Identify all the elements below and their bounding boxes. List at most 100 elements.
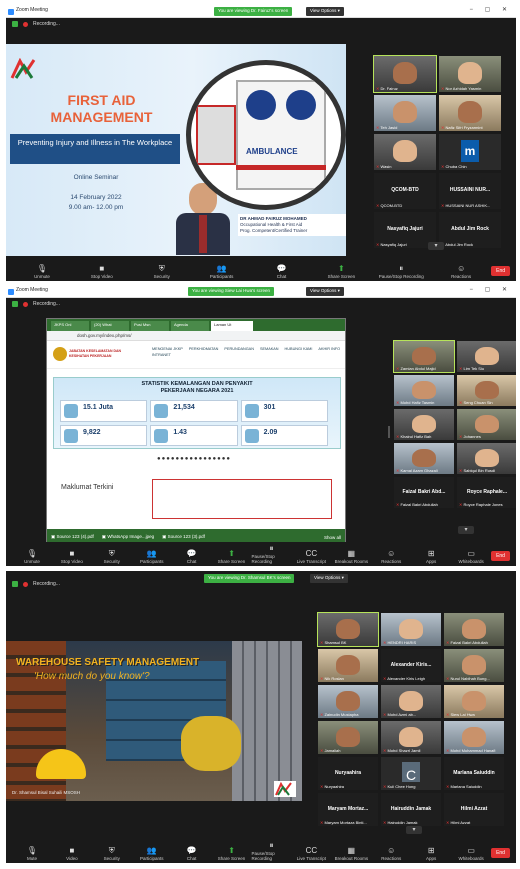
gallery-next-button[interactable]: ▾	[428, 242, 444, 250]
participant-tile[interactable]: ✕ Khairul Hafiz Bah	[394, 409, 454, 440]
participant-tile[interactable]: ✕ Mohd Azmi ab...	[381, 685, 441, 718]
toolbar-share-screenbutton[interactable]: ⬆ Share Screen	[212, 846, 252, 861]
toolbar-participantsbutton[interactable]: 👥 Participants	[192, 264, 252, 279]
end-meeting-button[interactable]: End	[491, 848, 510, 858]
toolbar-chatbutton[interactable]: 💬 Chat	[172, 846, 212, 861]
address-bar[interactable]: dosh.gov.my/index.php/ms/	[47, 331, 345, 341]
participant-tile[interactable]: ✕ Siew Lai Hwa	[444, 685, 504, 718]
browser-tab[interactable]: Pusi Msn	[131, 321, 169, 331]
participant-tile[interactable]: ✕ Kamal Azam Ghazali	[394, 443, 454, 474]
participant-tile[interactable]: ✕ Johannes	[457, 409, 516, 440]
recording-indicator[interactable]: Recording...	[12, 581, 60, 587]
nav-item[interactable]: SEMAKAN	[260, 347, 279, 351]
toolbar-securitybutton[interactable]: ⛨ Security	[132, 264, 192, 279]
participant-tile[interactable]: ✕ Lim Tek Siu	[457, 341, 516, 372]
participant-tile[interactable]: ✕ Wasin	[374, 134, 436, 170]
toolbar-breakout-roomsbutton[interactable]: ▦ Breakout Rooms	[331, 846, 371, 861]
participant-tile[interactable]: C ✕ Kuli Chee Hong	[381, 757, 441, 790]
participant-tile[interactable]: ✕ Mohd Shazri Jamil	[381, 721, 441, 754]
toolbar-whiteboardsbutton[interactable]: ▭ Whiteboards	[451, 846, 491, 861]
participant-tile[interactable]: m ✕ Chuba Chin	[439, 134, 501, 170]
toolbar-stop-videobutton[interactable]: ■ Stop Video	[52, 549, 92, 564]
participant-tile[interactable]: ✕ Faizal Bakri Abdullah	[444, 613, 504, 646]
participant-tile[interactable]: Maryam Mortaz... ✕ Maryam Mortaza Binti..…	[318, 793, 378, 826]
toolbar-pause-stop-recordingbutton[interactable]: ⏸ Pause/Stop Recording	[371, 264, 431, 279]
show-all-button[interactable]: Show all	[324, 535, 341, 540]
toolbar-whiteboardsbutton[interactable]: ▭ Whiteboards	[451, 549, 491, 564]
carousel-dots[interactable]: ●●●●●●●●●●●●●●●●	[157, 456, 231, 462]
browser-tab[interactable]: JKPS Onl	[51, 321, 89, 331]
participant-tile[interactable]: ✕ Seng Chuan Sin	[457, 375, 516, 406]
splitter-handle[interactable]	[388, 426, 390, 438]
nav-item[interactable]: PERUNDANGAN	[224, 347, 254, 351]
toolbar-reactionsbutton[interactable]: ☺ Reactions	[371, 549, 411, 564]
view-options-button[interactable]: View Options ▾	[306, 7, 344, 16]
view-options-button[interactable]: View Options ▾	[306, 287, 344, 296]
nav-item[interactable]: PERKHIDMATAN	[189, 347, 219, 351]
recording-indicator[interactable]: Recording...	[12, 21, 60, 27]
nav-item[interactable]: MENGENAI JKKP	[152, 347, 183, 351]
download-item[interactable]: ▣ Source 123 (4).pdf	[51, 534, 94, 540]
participant-tile[interactable]: ✕ Dr. Fairuz	[373, 55, 437, 93]
download-item[interactable]: ▣ WhatsApp Image...jpeg	[102, 534, 154, 540]
toolbar-participantsbutton[interactable]: 👥 Participants	[132, 549, 172, 564]
participant-tile[interactable]: Nasyafiq Jajuri ✕ Nasyafiq Jajuri	[374, 212, 436, 248]
toolbar-share-screenbutton[interactable]: ⬆ Share Screen	[311, 264, 371, 279]
participant-tile[interactable]: ✕ Mohd Muhammad Hanafi	[444, 721, 504, 754]
participant-tile[interactable]: Marlana Saiuddin ✕ Marlana Saiuddin	[444, 757, 504, 790]
gallery-next-button[interactable]: ▾	[458, 526, 474, 534]
participant-tile[interactable]: Hairuddin Jamak ✕ Hairuddin Jamak	[381, 793, 441, 826]
toolbar-unmutebutton[interactable]: 🎙 Unmute	[12, 264, 72, 279]
participant-tile[interactable]: Alexander Kiris... ✕ Alexander Kiris Leig…	[381, 649, 441, 682]
participant-tile[interactable]: ✕ HENDRI HARIS	[381, 613, 441, 646]
toolbar-appsbutton[interactable]: ⊞ Apps	[411, 549, 451, 564]
participant-tile[interactable]: ✕ Sabiqul Bin Rusdi	[457, 443, 516, 474]
participant-tile[interactable]: HUSSAINI NUR... ✕ HUSSAINI NUR ASHIK...	[439, 173, 501, 209]
participant-tile[interactable]: QCOM-BTD ✕ QCOM-BTD	[374, 173, 436, 209]
toolbar-securitybutton[interactable]: ⛨ Security	[92, 846, 132, 861]
toolbar-breakout-roomsbutton[interactable]: ▦ Breakout Rooms	[331, 549, 371, 564]
browser-tab[interactable]: Agenda	[171, 321, 209, 331]
participant-tile[interactable]: Faizal Bakri Abd... ✕ Faizal Bakri Abdull…	[394, 477, 454, 508]
view-options-button[interactable]: View Options ▾	[310, 574, 348, 583]
participant-tile[interactable]: ✕ Nor Azhidah Yasmin	[439, 56, 501, 92]
participant-tile[interactable]: ✕ Jamaliah	[318, 721, 378, 754]
toolbar-securitybutton[interactable]: ⛨ Security	[92, 549, 132, 564]
toolbar-unmutebutton[interactable]: 🎙 Unmute	[12, 549, 52, 564]
toolbar-share-screenbutton[interactable]: ⬆ Share Screen	[212, 549, 252, 564]
toolbar-live-transcriptbutton[interactable]: CC Live Transcript	[291, 846, 331, 861]
participant-tile[interactable]: ✕ Nurul Nabihah Bung...	[444, 649, 504, 682]
participant-tile[interactable]: Nuryaahira ✕ Nuryaahira	[318, 757, 378, 790]
end-meeting-button[interactable]: End	[491, 266, 511, 276]
window-controls[interactable]: − ▢ ✕	[469, 286, 512, 293]
recording-indicator[interactable]: Recording...	[12, 301, 60, 307]
participant-tile[interactable]: ✕ Teh Jasid	[374, 95, 436, 131]
toolbar-live-transcriptbutton[interactable]: CC Live Transcript	[291, 549, 331, 564]
gallery-next-button[interactable]: ▾	[406, 826, 422, 834]
browser-tab-active[interactable]: Laman Ut	[211, 321, 253, 331]
participant-tile[interactable]: ✕ Zainudin Mustapha	[318, 685, 378, 718]
toolbar-appsbutton[interactable]: ⊞ Apps	[411, 846, 451, 861]
toolbar-participantsbutton[interactable]: 👥 Participants	[132, 846, 172, 861]
download-item[interactable]: ▣ Source 123 (3).pdf	[162, 534, 205, 540]
participant-tile[interactable]: Abdul Jim Rock ✕ Abdul Jim Rock	[439, 212, 501, 248]
toolbar-pause-stop-recordingbutton[interactable]: ⏸ Pause/Stop Recording	[252, 544, 292, 564]
toolbar-pause-stop-recordingbutton[interactable]: ⏸ Pause/Stop Recording	[252, 841, 292, 861]
participant-tile[interactable]: ✕ Mohd Hafiz Tasmin	[394, 375, 454, 406]
toolbar-reactionsbutton[interactable]: ☺ Reactions	[371, 846, 411, 861]
participant-tile[interactable]: ✕ Shamsul BK	[317, 612, 379, 647]
end-meeting-button[interactable]: End	[491, 551, 510, 561]
participant-tile[interactable]: Royce Raphale... ✕ Royce Raphale Jones	[457, 477, 516, 508]
nav-item[interactable]: HUBUNGI KAMI	[285, 347, 313, 351]
participant-tile[interactable]: ✕ Zamian Abdul Majid	[393, 340, 455, 373]
toolbar-videobutton[interactable]: ■ Video	[52, 846, 92, 861]
toolbar-stop-videobutton[interactable]: ■ Stop Video	[72, 264, 132, 279]
window-controls[interactable]: − ▢ ✕	[469, 6, 512, 13]
toolbar-mutebutton[interactable]: 🎙 Mute	[12, 846, 52, 861]
toolbar-reactionsbutton[interactable]: ☺ Reactions	[431, 264, 491, 279]
participant-tile[interactable]: ✕ Nafiz Sifri Fryzarmint	[439, 95, 501, 131]
participant-tile[interactable]: Hilmi Azzat ✕ Hilmi Azzat	[444, 793, 504, 826]
toolbar-chatbutton[interactable]: 💬 Chat	[252, 264, 312, 279]
participant-tile[interactable]: ✕ Nik Roslan	[318, 649, 378, 682]
browser-tab[interactable]: (20) What	[91, 321, 129, 331]
